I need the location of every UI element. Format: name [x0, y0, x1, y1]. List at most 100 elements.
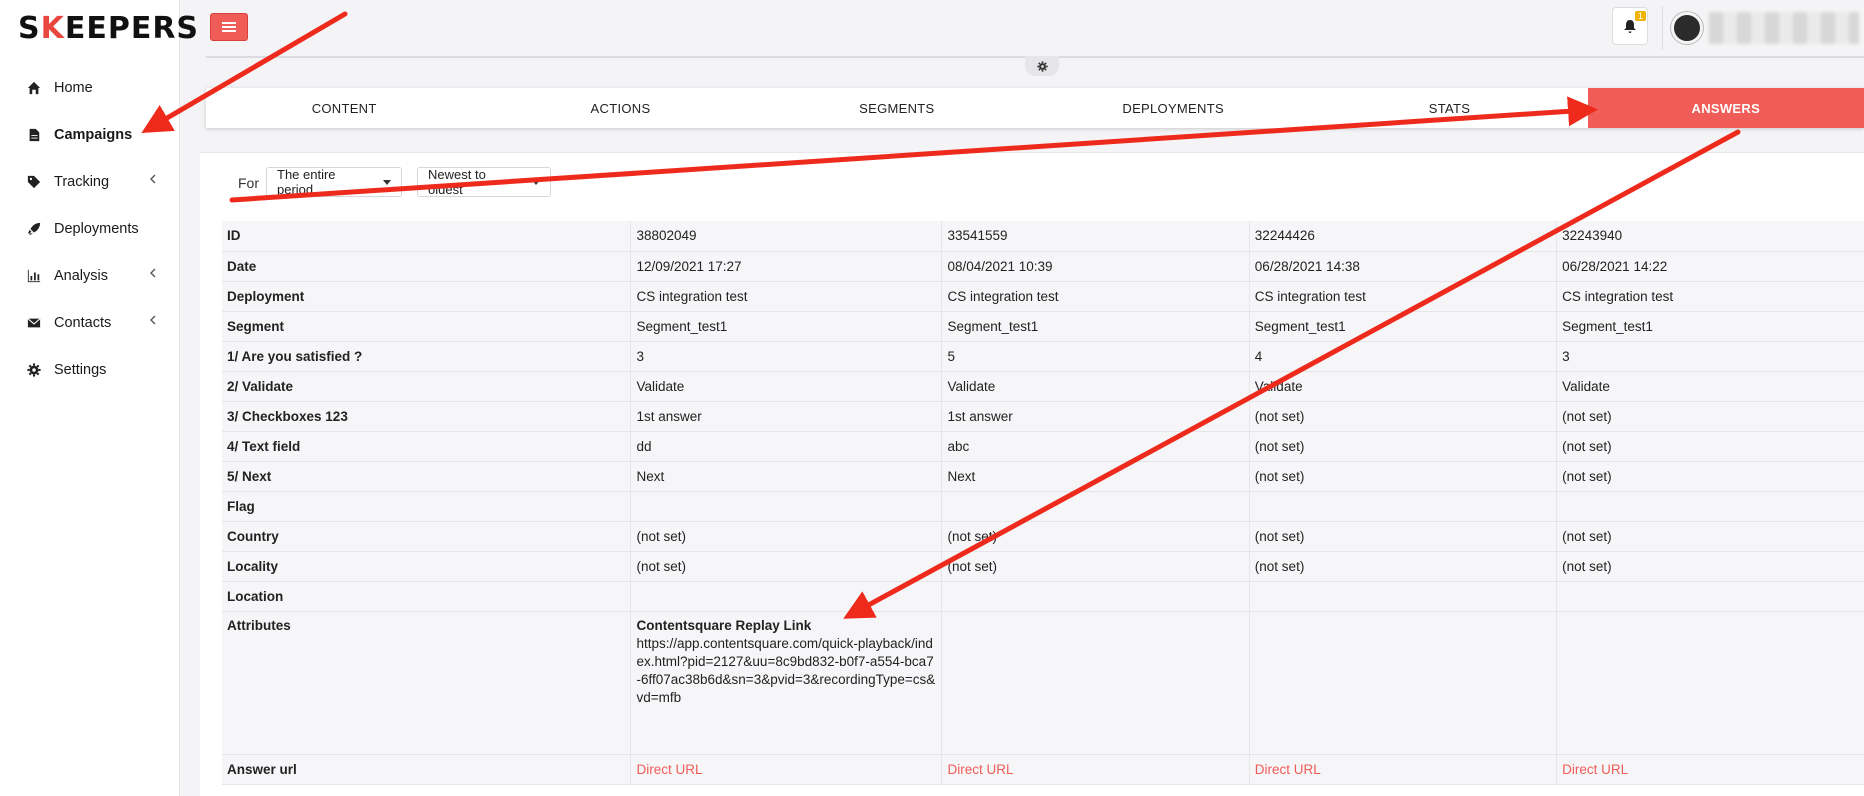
sidebar-item-tracking[interactable]: Tracking [0, 158, 180, 205]
table-cell: (not set) [1556, 521, 1864, 552]
table-cell: (not set) [630, 521, 942, 552]
table-cell: Validate [630, 371, 942, 402]
table-cell: (not set) [1556, 401, 1864, 432]
sidebar-item-label: Home [54, 79, 93, 96]
table-cell: (not set) [1556, 461, 1864, 492]
table-cell: 32244426 [1248, 221, 1557, 252]
table-row: 3/ Checkboxes 123 1st answer 1st answer (no… [222, 401, 1864, 432]
table-cell: (not set) [630, 551, 942, 582]
table-cell: 06/28/2021 14:38 [1248, 251, 1557, 282]
sidebar-item-home[interactable]: Home [0, 64, 180, 111]
row-label: ID [222, 221, 631, 252]
sidebar-item-campaigns[interactable]: Campaigns [0, 111, 180, 158]
table-cell: 32243940 [1556, 221, 1864, 252]
table-cell: (not set) [941, 551, 1250, 582]
table-cell [941, 611, 1250, 755]
replay-link-title: Contentsquare Replay Link [636, 617, 812, 633]
settings-toggle[interactable] [1025, 56, 1059, 76]
table-cell: 3 [1556, 341, 1864, 372]
order-select[interactable]: Newest to oldest [417, 167, 551, 197]
table-cell [630, 491, 942, 522]
table-row: 2/ Validate Validate Validate Validate Valid… [222, 371, 1864, 402]
table-cell: Direct URL [630, 754, 942, 785]
gear-icon [26, 362, 42, 378]
answers-table: ID 38802049 33541559 32244426 32243940 Date 12… [222, 221, 1864, 785]
tab-stats[interactable]: STATS [1311, 88, 1587, 128]
table-row: Country (not set) (not set) (not set) (not s… [222, 521, 1864, 552]
table-cell [1248, 611, 1557, 755]
table-cell: Validate [1556, 371, 1864, 402]
sidebar-item-label: Tracking [54, 173, 110, 190]
sidebar-item-label: Contacts [54, 314, 112, 331]
sidebar-item-deployments[interactable]: Deployments [0, 205, 180, 252]
direct-url-link[interactable]: Direct URL [947, 762, 1013, 777]
table-cell: (not set) [1556, 431, 1864, 462]
table-cell: Segment_test1 [1248, 311, 1557, 342]
table-row: ID 38802049 33541559 32244426 32243940 [222, 221, 1864, 252]
table-row: Deployment CS integration test CS integrat… [222, 281, 1864, 312]
table-cell: 4 [1248, 341, 1557, 372]
tab-answers[interactable]: ANSWERS [1587, 88, 1864, 128]
table-row: Segment Segment_test1 Segment_test1 Segment… [222, 311, 1864, 342]
chevron-left-icon [150, 315, 156, 325]
table-cell: (not set) [941, 521, 1250, 552]
row-label: Locality [222, 551, 631, 582]
table-cell: Contentsquare Replay Link https://app.con… [630, 611, 942, 755]
table-cell [1248, 491, 1557, 522]
table-cell: CS integration test [630, 281, 942, 312]
replay-link-url[interactable]: https://app.contentsquare.com/quick-play… [636, 635, 936, 707]
row-label: 1/ Are you satisfied ? [222, 341, 631, 372]
user-menu[interactable] [1662, 6, 1864, 50]
table-cell [1556, 611, 1864, 755]
notifications-button[interactable]: 1 [1612, 7, 1648, 45]
table-cell: Validate [941, 371, 1250, 402]
table-cell: 1st answer [630, 401, 942, 432]
period-select[interactable]: The entire period [266, 167, 402, 197]
table-cell: Segment_test1 [1556, 311, 1864, 342]
bell-icon [1624, 19, 1636, 33]
sidebar-item-label: Settings [54, 361, 107, 378]
row-label: Answer url [222, 754, 631, 785]
avatar [1671, 12, 1703, 44]
table-cell [630, 581, 942, 612]
table-cell [1556, 491, 1864, 522]
table-cell: 3 [630, 341, 942, 372]
table-cell: Next [630, 461, 942, 492]
menu-toggle-button[interactable] [210, 13, 248, 41]
row-label: Attributes [222, 611, 631, 755]
caret-down-icon [532, 179, 540, 185]
table-cell [1556, 581, 1864, 612]
row-label: Segment [222, 311, 631, 342]
row-label: Location [222, 581, 631, 612]
sidebar-item-analysis[interactable]: Analysis [0, 252, 180, 299]
table-cell: Validate [1248, 371, 1557, 402]
table-cell: Segment_test1 [630, 311, 942, 342]
row-label: 4/ Text field [222, 431, 631, 462]
campaign-tabs: CONTENT ACTIONS SEGMENTS DEPLOYMENTS STA… [206, 88, 1864, 128]
sidebar: SKEEPERS Home Campaigns Tracking Deploym… [0, 0, 198, 796]
skeepers-logo[interactable]: SKEEPERS [18, 11, 199, 46]
tab-segments[interactable]: SEGMENTS [759, 88, 1035, 128]
tab-content[interactable]: CONTENT [206, 88, 482, 128]
table-row: 5/ Next Next Next (not set) (not set) [222, 461, 1864, 492]
table-cell: (not set) [1248, 521, 1557, 552]
direct-url-link[interactable]: Direct URL [1255, 762, 1321, 777]
sidebar-item-contacts[interactable]: Contacts [0, 299, 180, 346]
chevron-left-icon [150, 268, 156, 278]
table-cell: 12/09/2021 17:27 [630, 251, 942, 282]
answers-panel: For The entire period Newest to oldest I… [200, 152, 1864, 796]
table-row-attributes: Attributes Contentsquare Replay Link https… [222, 611, 1864, 755]
row-label: Flag [222, 491, 631, 522]
table-cell: CS integration test [1556, 281, 1864, 312]
tab-actions[interactable]: ACTIONS [482, 88, 758, 128]
direct-url-link[interactable]: Direct URL [1562, 762, 1628, 777]
tab-deployments[interactable]: DEPLOYMENTS [1035, 88, 1311, 128]
caret-down-icon [383, 179, 391, 185]
direct-url-link[interactable]: Direct URL [636, 762, 702, 777]
sidebar-item-label: Analysis [54, 267, 108, 284]
table-cell: abc [941, 431, 1250, 462]
sidebar-item-settings[interactable]: Settings [0, 346, 180, 393]
table-cell: (not set) [1248, 461, 1557, 492]
order-select-value: Newest to oldest [428, 167, 486, 197]
table-cell: Direct URL [941, 754, 1250, 785]
